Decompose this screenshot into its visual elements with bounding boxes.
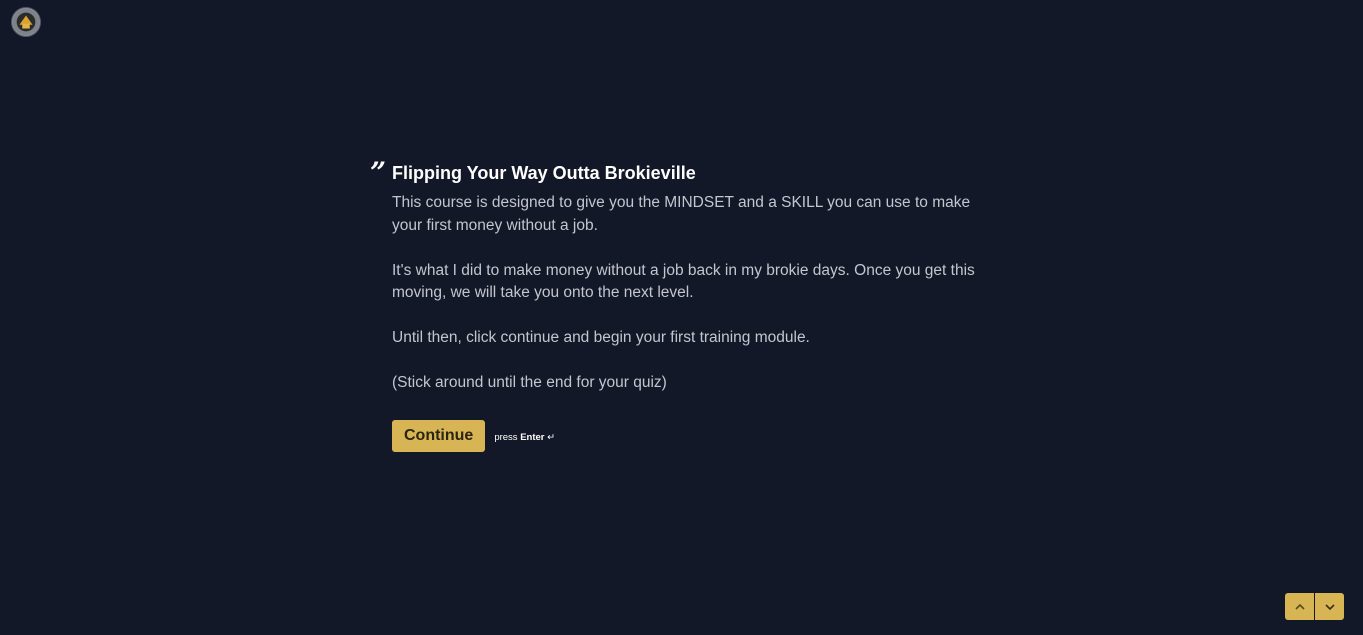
description-paragraph: This course is designed to give you the … xyxy=(392,194,971,234)
previous-button[interactable] xyxy=(1285,593,1314,620)
keyboard-hint: press Enter ↵ xyxy=(494,432,555,443)
actions-row: Continue press Enter ↵ xyxy=(392,419,982,452)
question-navigation xyxy=(1285,593,1344,620)
continue-button[interactable]: Continue xyxy=(392,419,486,452)
question-block: ” Flipping Your Way Outta Brokieville Th… xyxy=(370,159,982,452)
description-paragraph: Until then, click continue and begin you… xyxy=(392,329,810,346)
chevron-down-icon xyxy=(1324,603,1335,610)
description-paragraph: (Stick around until the end for your qui… xyxy=(392,374,667,391)
question-description: This course is designed to give you the … xyxy=(392,192,982,395)
question-title: Flipping Your Way Outta Brokieville xyxy=(392,163,696,183)
brand-logo-icon[interactable] xyxy=(11,7,41,37)
hint-prefix: press xyxy=(494,432,518,443)
enter-icon: ↵ xyxy=(547,432,556,443)
quote-icon: ” xyxy=(370,156,387,189)
next-button[interactable] xyxy=(1315,593,1344,620)
description-paragraph: It's what I did to make money without a … xyxy=(392,261,975,302)
hint-key: Enter xyxy=(520,432,545,443)
chevron-up-icon xyxy=(1294,603,1305,610)
